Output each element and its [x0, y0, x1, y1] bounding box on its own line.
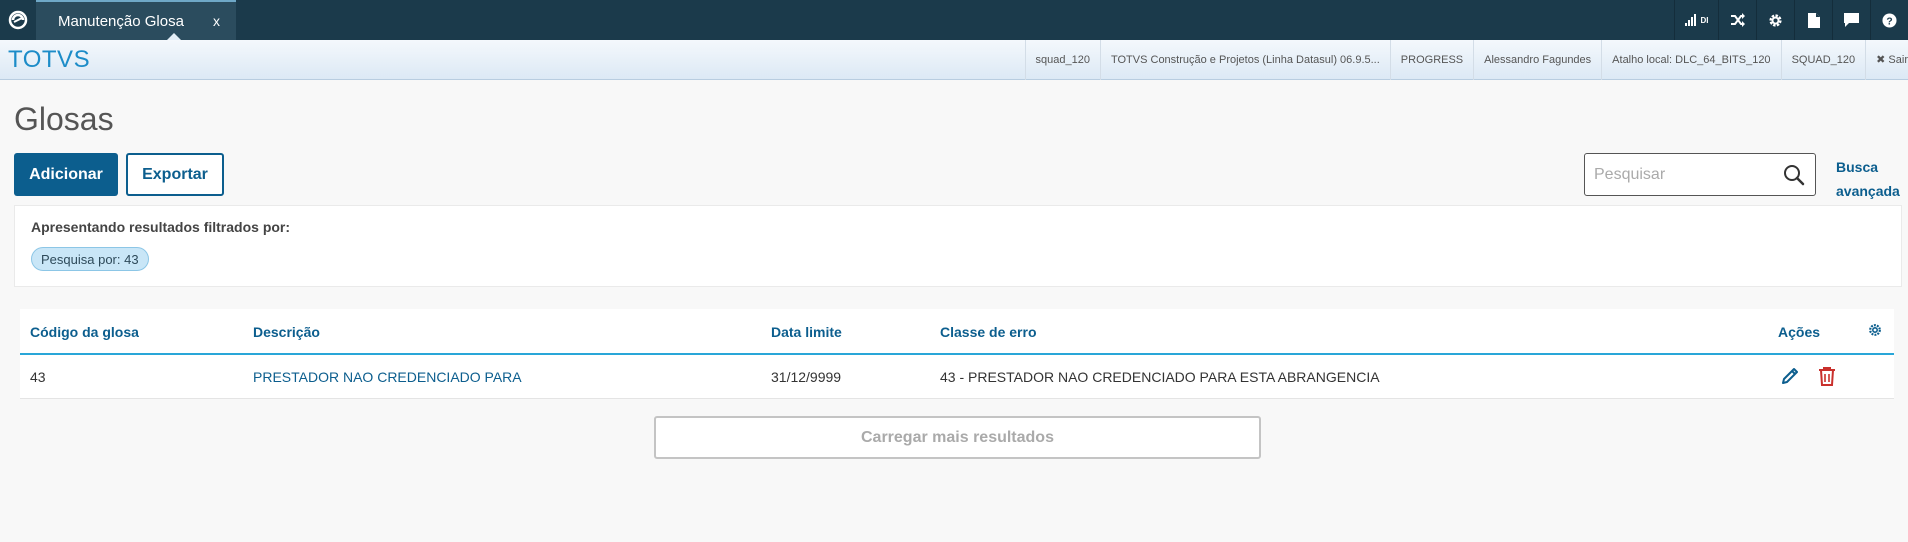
- chat-icon[interactable]: [1832, 0, 1870, 40]
- add-button[interactable]: Adicionar: [14, 153, 118, 196]
- header-error-class[interactable]: Classe de erro: [940, 324, 1037, 340]
- cell-deadline: 31/12/9999: [771, 369, 842, 385]
- filter-title: Apresentando resultados filtrados por:: [31, 219, 291, 235]
- top-bar: Manutenção Glosa x DI ?: [0, 0, 1908, 41]
- shuffle-icon[interactable]: [1718, 0, 1756, 40]
- info-shortcut: Atalho local: DLC_64_BITS_120: [1601, 39, 1780, 80]
- table-row[interactable]: 43 PRESTADOR NAO CREDENCIADO PARA 31/12/…: [20, 355, 1894, 399]
- svg-text:?: ?: [1886, 16, 1892, 27]
- search-icon[interactable]: [1783, 164, 1805, 191]
- header-description[interactable]: Descrição: [253, 324, 320, 340]
- cell-error-class: 43 - PRESTADOR NAO CREDENCIADO PARA ESTA…: [940, 369, 1380, 385]
- filter-chip[interactable]: Pesquisa por: 43: [31, 247, 149, 271]
- search-box: [1584, 153, 1816, 196]
- info-user: Alessandro Fagundes: [1473, 39, 1601, 80]
- info-server: squad_120: [1024, 39, 1100, 80]
- signal-icon[interactable]: DI: [1674, 0, 1718, 40]
- header-actions: Ações: [1778, 324, 1821, 340]
- help-icon[interactable]: ?: [1870, 0, 1908, 40]
- cell-code: 43: [30, 369, 46, 385]
- tab-close-button[interactable]: x: [213, 13, 220, 29]
- header-deadline[interactable]: Data limite: [771, 324, 842, 340]
- logout-button[interactable]: ✖ Sair: [1865, 39, 1908, 80]
- cell-description[interactable]: PRESTADOR NAO CREDENCIADO PARA: [253, 369, 522, 385]
- table-header: Código da glosa Descrição Data limite Cl…: [20, 309, 1894, 355]
- document-icon[interactable]: [1794, 0, 1832, 40]
- info-bar: TOTVS squad_120 TOTVS Construção e Proje…: [0, 39, 1908, 80]
- page-title: Glosas: [14, 101, 114, 137]
- info-environment: SQUAD_120: [1780, 39, 1866, 80]
- trash-icon[interactable]: [1818, 366, 1836, 391]
- header-code[interactable]: Código da glosa: [30, 324, 139, 340]
- totvs-logo-icon[interactable]: [0, 0, 36, 40]
- tab-manutencao-glosa[interactable]: Manutenção Glosa x: [36, 0, 236, 41]
- column-settings-icon[interactable]: [1868, 323, 1882, 342]
- edit-icon[interactable]: [1780, 366, 1800, 391]
- brand-logo: TOTVS: [8, 45, 91, 73]
- signal-label: DI: [1700, 15, 1709, 25]
- info-product: TOTVS Construção e Projetos (Linha Datas…: [1099, 39, 1390, 80]
- filter-panel: Apresentando resultados filtrados por: P…: [14, 205, 1902, 287]
- info-database: PROGRESS: [1389, 39, 1473, 80]
- search-input[interactable]: [1594, 165, 1784, 184]
- advanced-search-link[interactable]: Busca avançada: [1836, 155, 1902, 203]
- gear-icon[interactable]: [1756, 0, 1794, 40]
- export-button[interactable]: Exportar: [126, 153, 224, 196]
- load-more-button[interactable]: Carregar mais resultados: [654, 416, 1261, 459]
- results-table: Código da glosa Descrição Data limite Cl…: [20, 309, 1894, 399]
- tab-label: Manutenção Glosa: [58, 12, 184, 30]
